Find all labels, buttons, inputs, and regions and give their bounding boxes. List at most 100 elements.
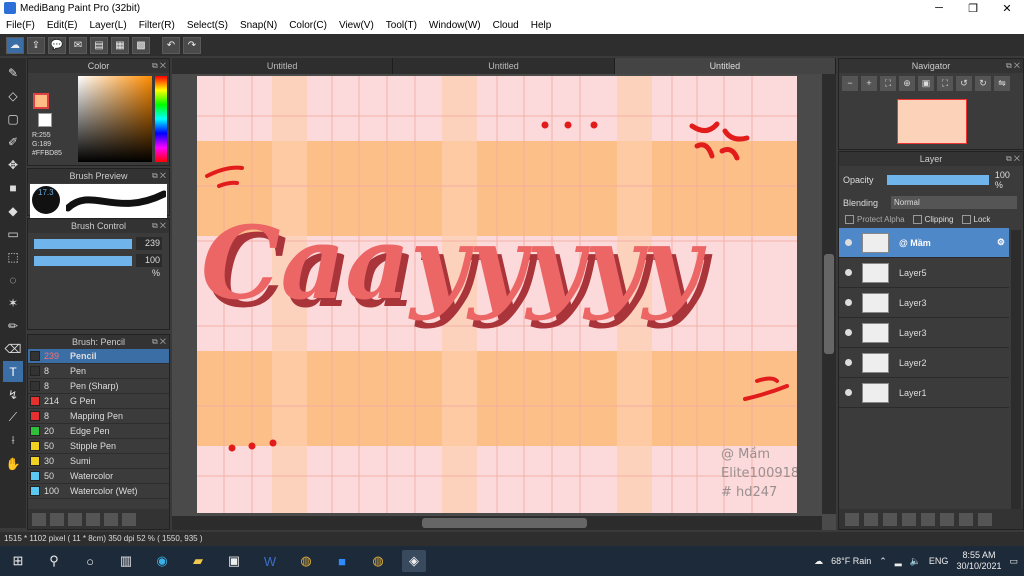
menu-window[interactable]: Window(W) <box>423 20 487 31</box>
visibility-icon[interactable] <box>845 299 852 307</box>
minimize-button[interactable]: ─ <box>922 2 956 15</box>
panel-expand-icon[interactable]: ⧉ ✕ <box>152 335 166 349</box>
menu-cloud[interactable]: Cloud <box>487 20 525 31</box>
store-icon[interactable]: ▣ <box>222 550 246 572</box>
weather-text[interactable]: 68°F Rain <box>831 556 871 566</box>
menu-file[interactable]: File(F) <box>0 20 41 31</box>
fill-tool-icon[interactable]: ◆ <box>3 200 23 221</box>
delete-layer-icon[interactable] <box>978 512 992 526</box>
visibility-icon[interactable] <box>845 329 852 337</box>
visibility-icon[interactable] <box>845 239 852 247</box>
maximize-button[interactable]: ❐ <box>956 2 990 15</box>
layer-opacity-slider[interactable] <box>886 175 989 185</box>
shape-tool-icon[interactable]: ■ <box>3 177 23 198</box>
weather-icon[interactable]: ☁ <box>814 556 823 567</box>
brush-item[interactable]: 50 Stipple Pen <box>28 439 169 454</box>
add-brush-icon[interactable] <box>32 512 46 526</box>
zoom-out-icon[interactable]: − <box>842 76 858 91</box>
layer-row[interactable]: Layer5 <box>839 258 1009 289</box>
tab-untitled-2[interactable]: Untitled <box>393 58 615 74</box>
layer-row[interactable]: Layer3 <box>839 318 1009 349</box>
share-icon[interactable]: ⇪ <box>27 36 45 54</box>
brush-item[interactable]: 100 Watercolor (Wet) <box>28 484 169 499</box>
flip-icon[interactable]: ⇋ <box>994 76 1010 91</box>
drawing-canvas[interactable]: Caayyyyy Caayyyyy @ Mầm Elite100918 # hd… <box>197 76 797 513</box>
brush-item[interactable]: 214 G Pen <box>28 394 169 409</box>
file-explorer-icon[interactable]: ▰ <box>186 550 210 572</box>
navigator-thumbnail[interactable] <box>897 99 967 144</box>
eyedropper-icon[interactable]: ⟊ <box>3 430 23 451</box>
visibility-icon[interactable] <box>845 359 852 367</box>
close-button[interactable]: ✕ <box>990 2 1024 15</box>
brush-item[interactable]: 239 Pencil <box>28 349 169 364</box>
blending-select[interactable]: Normal <box>891 196 1017 209</box>
foreground-color-swatch[interactable] <box>33 93 49 109</box>
new-brush-icon[interactable] <box>50 512 64 526</box>
panel-expand-icon[interactable]: ⧉ ✕ <box>1006 152 1020 166</box>
select-eraser-icon[interactable]: ⌫ <box>3 338 23 359</box>
saturation-value-picker[interactable] <box>78 76 152 162</box>
brush-item[interactable]: 30 Sumi <box>28 454 169 469</box>
actual-size-icon[interactable]: ▣ <box>918 76 934 91</box>
zoom-icon[interactable]: ⊕ <box>899 76 915 91</box>
chrome-icon[interactable]: ◍ <box>294 550 318 572</box>
duplicate-layer-icon[interactable] <box>940 512 954 526</box>
panel-expand-icon[interactable]: ⧉ ✕ <box>1006 59 1020 73</box>
tab-untitled-3[interactable]: Untitled <box>614 58 836 74</box>
brush-opacity-slider[interactable] <box>34 255 132 266</box>
grid-icon[interactable]: ▩ <box>132 36 150 54</box>
operation-tool-icon[interactable]: ↯ <box>3 384 23 405</box>
brush-item[interactable]: 20 Edge Pen <box>28 424 169 439</box>
lock-checkbox[interactable]: Lock <box>961 215 990 225</box>
merge-layer-icon[interactable] <box>959 512 973 526</box>
medibang-icon[interactable]: ◈ <box>402 550 426 572</box>
task-view-icon[interactable]: ▥ <box>114 550 138 572</box>
tray-arrow-icon[interactable]: ⌃ <box>879 556 887 567</box>
eraser-tool-icon[interactable]: ◇ <box>3 85 23 106</box>
visibility-icon[interactable] <box>845 389 852 397</box>
brush-item[interactable]: 8 Pen <box>28 364 169 379</box>
folder-icon[interactable] <box>921 512 935 526</box>
duplicate-icon[interactable] <box>122 512 136 526</box>
search-icon[interactable]: ⚲ <box>42 550 66 572</box>
layer-row[interactable]: Layer1 <box>839 378 1009 409</box>
horizontal-scrollbar[interactable] <box>172 516 822 530</box>
dot-tool-icon[interactable]: ▢ <box>3 108 23 129</box>
new-8bit-layer-icon[interactable] <box>883 512 897 526</box>
tab-untitled-1[interactable]: Untitled <box>172 58 394 74</box>
lasso-tool-icon[interactable]: ◌ <box>3 269 23 290</box>
cloud-icon[interactable]: ☁ <box>6 36 24 54</box>
hand-tool-icon[interactable]: ✋ <box>3 453 23 474</box>
language-indicator[interactable]: ENG <box>929 556 949 566</box>
pages-icon[interactable]: ▦ <box>111 36 129 54</box>
vertical-scroll-thumb[interactable] <box>824 254 834 354</box>
cortana-icon[interactable]: ○ <box>78 550 102 572</box>
notification-icon[interactable]: ▭ <box>1009 556 1018 567</box>
layer-scrollbar[interactable] <box>1011 230 1021 510</box>
windows-start-icon[interactable]: ⊞ <box>6 550 30 572</box>
copy-brush-icon[interactable] <box>86 512 100 526</box>
brush-size-slider[interactable] <box>34 238 132 249</box>
chat-icon[interactable]: ✉ <box>69 36 87 54</box>
folder-icon[interactable] <box>104 512 118 526</box>
menu-edit[interactable]: Edit(E) <box>41 20 84 31</box>
new-halftone-layer-icon[interactable] <box>864 512 878 526</box>
zoom-in-icon[interactable]: + <box>861 76 877 91</box>
menu-layer[interactable]: Layer(L) <box>83 20 132 31</box>
brush-tool-icon[interactable]: ✎ <box>3 62 23 83</box>
redo-icon[interactable]: ↷ <box>183 36 201 54</box>
protect-alpha-checkbox[interactable]: Protect Alpha <box>845 215 905 225</box>
menu-select[interactable]: Select(S) <box>181 20 234 31</box>
layer-settings-icon[interactable]: ⚙ <box>997 237 1005 248</box>
brush-opacity-value[interactable]: 100 % <box>136 254 162 278</box>
move-tool-icon[interactable]: ✥ <box>3 154 23 175</box>
layer-row[interactable]: Layer3 <box>839 288 1009 319</box>
word-icon[interactable]: W <box>258 550 282 572</box>
brush-size-value[interactable]: 239 <box>136 237 162 250</box>
page-icon[interactable]: ▤ <box>90 36 108 54</box>
horizontal-scroll-thumb[interactable] <box>422 518 587 528</box>
chrome-icon-2[interactable]: ◍ <box>366 550 390 572</box>
comment-icon[interactable]: 💬 <box>48 36 66 54</box>
rotate-right-icon[interactable]: ↻ <box>975 76 991 91</box>
layer-row[interactable]: Layer2 <box>839 348 1009 379</box>
